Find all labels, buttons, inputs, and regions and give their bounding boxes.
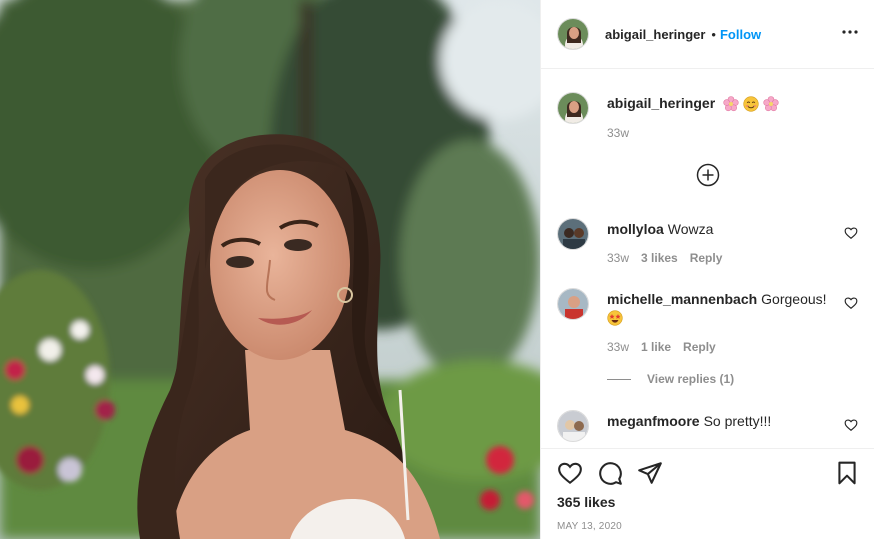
smiling-face-emoji xyxy=(743,96,759,112)
caption-avatar[interactable] xyxy=(557,92,589,124)
comment-username[interactable]: michelle_mannenbach xyxy=(607,291,757,307)
comment-message: Wowza xyxy=(667,221,714,237)
header-separator: • xyxy=(711,26,716,42)
comment-item: meganfmoore So pretty!!! xyxy=(557,410,858,448)
post-date[interactable]: MAY 13, 2020 xyxy=(557,521,622,532)
post-photo[interactable] xyxy=(0,0,540,539)
post-side-panel: abigail_heringer • Follow abigail_hering… xyxy=(540,0,874,539)
comment-message: So pretty!!! xyxy=(703,413,772,429)
comment-item: michelle_mannenbach Gorgeous! 33w 1 like … xyxy=(557,288,858,368)
cherry-blossom-emoji xyxy=(763,96,779,112)
comment-item: mollyloa Wowza 33w 3 likes Reply xyxy=(557,218,858,274)
caption-meta: 33w xyxy=(607,126,629,140)
comment-text: meganfmoore So pretty!!! xyxy=(607,412,834,430)
comment-time[interactable]: 33w xyxy=(607,251,629,265)
cherry-blossom-emoji xyxy=(723,96,739,112)
reply-button[interactable]: Reply xyxy=(690,251,723,265)
comment-text: michelle_mannenbach Gorgeous! xyxy=(607,290,834,326)
reply-button[interactable]: Reply xyxy=(683,340,716,354)
instagram-post: abigail_heringer • Follow abigail_hering… xyxy=(0,0,874,539)
replies-divider xyxy=(607,378,631,380)
caption-username[interactable]: abigail_heringer xyxy=(607,95,715,111)
caption-time[interactable]: 33w xyxy=(607,126,629,140)
caption-text: abigail_heringer xyxy=(607,94,834,112)
likes-count[interactable]: 365 likes xyxy=(557,494,615,510)
heart-icon[interactable] xyxy=(844,226,858,240)
comment-meta: 33w 1 like Reply xyxy=(607,340,716,354)
post-actions: 365 likes MAY 13, 2020 xyxy=(541,448,874,539)
commenter-avatar[interactable] xyxy=(557,410,589,442)
author-avatar[interactable] xyxy=(557,18,589,50)
plus-circle-icon[interactable] xyxy=(696,163,720,187)
author-username[interactable]: abigail_heringer xyxy=(605,27,705,42)
comment-time[interactable]: 33w xyxy=(607,340,629,354)
more-options-icon[interactable] xyxy=(840,22,860,42)
heart-icon[interactable] xyxy=(844,418,858,432)
view-replies-label: View replies (1) xyxy=(647,372,735,386)
bookmark-icon[interactable] xyxy=(834,460,860,489)
comment-likes[interactable]: 1 like xyxy=(641,340,671,354)
comment-text: mollyloa Wowza xyxy=(607,220,834,238)
star-struck-emoji xyxy=(607,310,623,326)
comment-meta: 33w 3 likes Reply xyxy=(607,251,722,265)
follow-button[interactable]: Follow xyxy=(720,27,761,42)
caption: abigail_heringer 33w xyxy=(557,92,858,152)
action-icons xyxy=(557,460,860,486)
comment-icon[interactable] xyxy=(597,460,623,489)
paper-plane-icon[interactable] xyxy=(637,460,663,489)
heart-icon[interactable] xyxy=(557,460,583,489)
comment-message: Gorgeous! xyxy=(761,291,827,307)
comments-list[interactable]: abigail_heringer 33w mollyloa Wowza 33w … xyxy=(541,70,874,448)
portrait-photo xyxy=(0,0,540,539)
comment-username[interactable]: mollyloa xyxy=(607,221,664,237)
commenter-avatar[interactable] xyxy=(557,218,589,250)
heart-icon[interactable] xyxy=(844,296,858,310)
commenter-avatar[interactable] xyxy=(557,288,589,320)
post-header: abigail_heringer • Follow xyxy=(541,0,874,69)
view-replies-button[interactable]: View replies (1) xyxy=(607,372,734,386)
comment-username[interactable]: meganfmoore xyxy=(607,413,700,429)
comment-likes[interactable]: 3 likes xyxy=(641,251,678,265)
